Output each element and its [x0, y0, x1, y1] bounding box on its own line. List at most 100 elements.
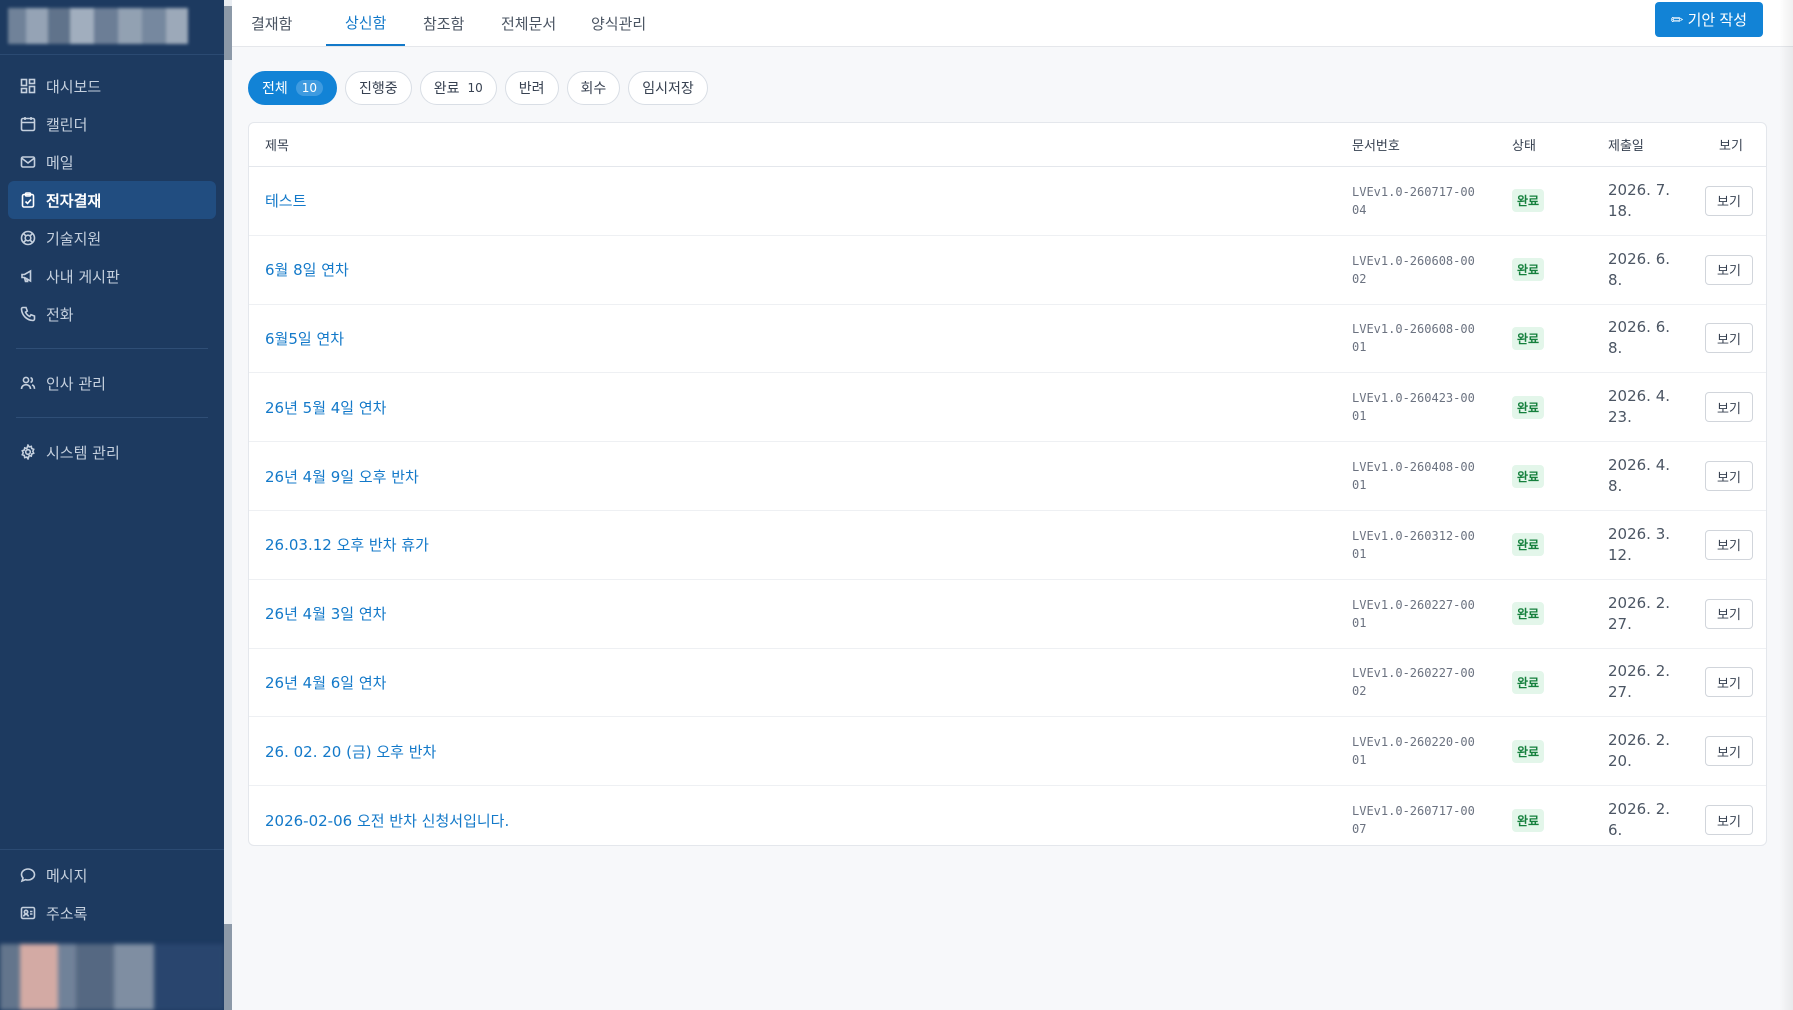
filter-label: 회수 [580, 81, 607, 97]
filter-drafts[interactable]: 임시저장 [628, 71, 708, 105]
sidebar-item-dashboard[interactable]: 대시보드 [8, 67, 216, 105]
document-title-link[interactable]: 6월5일 연차 [265, 305, 344, 373]
status-badge: 완료 [1512, 739, 1545, 763]
sidebar-item-system[interactable]: 시스템 관리 [8, 433, 216, 471]
table-row: 6월 8일 연차 LVEv1.0-260608-0002 완료 2026. 6.… [249, 236, 1766, 305]
view-cell: 보기 [1705, 511, 1753, 579]
clipboard-icon [20, 192, 36, 208]
tab-all-documents[interactable]: 전체문서 [482, 0, 575, 46]
tab-inbox[interactable]: 결재함 [232, 0, 311, 46]
table-row: 26년 4월 9일 오후 반차 LVEv1.0-260408-0001 완료 2… [249, 442, 1766, 511]
lifebuoy-icon [20, 230, 36, 246]
status-cell: 완료 [1512, 305, 1545, 373]
sidebar-item-label: 시스템 관리 [46, 443, 120, 462]
document-title-link[interactable]: 26. 02. 20 (금) 오후 반차 [265, 717, 436, 785]
view-button[interactable]: 보기 [1705, 667, 1753, 698]
filter-count: 10 [467, 81, 483, 95]
sidebar-item-label: 캘린더 [46, 115, 88, 134]
create-draft-button[interactable]: ✏ 기안 작성 [1654, 2, 1763, 37]
view-button[interactable]: 보기 [1705, 805, 1753, 836]
document-number: LVEv1.0-260312-0001 [1352, 528, 1475, 561]
filter-label: 완료 [433, 81, 460, 97]
submitted-date: 2026. 2. 27. [1608, 662, 1671, 702]
filter-rejected[interactable]: 반려 [504, 71, 559, 105]
dashboard-icon [20, 78, 36, 94]
view-button[interactable]: 보기 [1705, 323, 1753, 354]
view-button[interactable]: 보기 [1705, 598, 1753, 629]
table-row: 26. 02. 20 (금) 오후 반차 LVEv1.0-260220-0001… [249, 717, 1766, 787]
document-title-link[interactable]: 26년 4월 6일 연차 [265, 649, 386, 717]
filter-all[interactable]: 전체 10 [248, 71, 338, 105]
view-button[interactable]: 보기 [1705, 185, 1753, 216]
submitted-date: 2026. 2. 20. [1608, 731, 1671, 771]
status-cell: 완료 [1512, 511, 1545, 579]
submitted-date: 2026. 6. 8. [1608, 318, 1671, 358]
filter-label: 진행중 [359, 81, 398, 97]
scroll-marker [224, 924, 232, 1010]
tab-form-management[interactable]: 양식관리 [572, 0, 665, 46]
status-badge: 완료 [1512, 258, 1545, 282]
table-body: 테스트 LVEv1.0-260717-0004 완료 2026. 7. 18. … [249, 167, 1766, 845]
status-badge: 완료 [1512, 395, 1545, 419]
scroll-marker [224, 6, 232, 60]
document-table: 제목 문서번호 상태 제출일 보기 테스트 LVEv1.0-260717-000… [248, 122, 1767, 846]
gear-icon [20, 444, 36, 460]
filter-withdrawn[interactable]: 회수 [566, 71, 621, 105]
document-title-link[interactable]: 26년 5월 4일 연차 [265, 373, 386, 441]
mail-icon [20, 154, 36, 170]
sidebar-item-label: 메시지 [46, 866, 88, 885]
document-title-link[interactable]: 26.03.12 오후 반차 휴가 [265, 511, 429, 579]
table-row: 26년 4월 6일 연차 LVEv1.0-260227-0002 완료 2026… [249, 649, 1766, 718]
sidebar-item-label: 메일 [46, 153, 74, 172]
sidebar-resize-handle[interactable] [224, 0, 232, 1010]
submitted-date: 2026. 6. 8. [1608, 249, 1671, 289]
divider [0, 849, 224, 850]
status-cell: 완료 [1512, 649, 1545, 717]
status-cell: 완료 [1512, 373, 1545, 441]
megaphone-icon [20, 268, 36, 284]
sidebar-item-label: 인사 관리 [46, 374, 106, 393]
user-profile[interactable] [0, 944, 224, 1010]
sidebar-item-messages[interactable]: 메시지 [8, 856, 216, 894]
document-title-link[interactable]: 테스트 [265, 167, 306, 235]
view-button[interactable]: 보기 [1705, 529, 1753, 560]
view-button[interactable]: 보기 [1705, 736, 1753, 767]
submitted-date: 2026. 4. 8. [1608, 456, 1671, 496]
divider [16, 348, 208, 349]
sidebar-item-board[interactable]: 사내 게시판 [8, 257, 216, 295]
view-button[interactable]: 보기 [1705, 461, 1753, 492]
document-number: LVEv1.0-260220-0001 [1352, 735, 1475, 768]
filter-in-progress[interactable]: 진행중 [345, 71, 412, 105]
document-title-link[interactable]: 6월 8일 연차 [265, 236, 349, 304]
document-number: LVEv1.0-260227-0002 [1352, 666, 1475, 699]
sidebar-item-calendar[interactable]: 캘린더 [8, 105, 216, 143]
sidebar-item-phone[interactable]: 전화 [8, 295, 216, 333]
status-badge: 완료 [1512, 326, 1545, 350]
tab-reference[interactable]: 참조함 [404, 0, 483, 46]
submitted-date: 2026. 4. 23. [1608, 387, 1671, 427]
table-row: 26.03.12 오후 반차 휴가 LVEv1.0-260312-0001 완료… [249, 511, 1766, 580]
sidebar-item-hr[interactable]: 인사 관리 [8, 364, 216, 402]
document-title-link[interactable]: 26년 4월 9일 오후 반차 [265, 442, 419, 510]
table-row: 2026-02-06 오전 반차 신청서입니다. LVEv1.0-260717-… [249, 786, 1766, 845]
view-cell: 보기 [1705, 442, 1753, 510]
sidebar-item-support[interactable]: 기술지원 [8, 219, 216, 257]
sidebar: 대시보드 캘린더 메일 전자결재 기술지원 사내 게시판 전화 인사 관리 시스… [0, 0, 224, 1010]
sidebar-item-approval[interactable]: 전자결재 [8, 181, 216, 219]
column-header-view: 보기 [1719, 139, 1743, 154]
table-row: 테스트 LVEv1.0-260717-0004 완료 2026. 7. 18. … [249, 167, 1766, 236]
filter-count: 10 [295, 80, 324, 96]
tab-submitted[interactable]: 상신함 [326, 0, 406, 46]
status-badge: 완료 [1512, 533, 1545, 557]
company-logo[interactable] [8, 8, 188, 44]
status-badge: 완료 [1512, 189, 1545, 213]
view-button[interactable]: 보기 [1705, 392, 1753, 423]
document-title-link[interactable]: 26년 4월 3일 연차 [265, 580, 386, 648]
top-tab-bar: 결재함 상신함 참조함 전체문서 양식관리 ✏ 기안 작성 [232, 0, 1793, 47]
view-button[interactable]: 보기 [1705, 254, 1753, 285]
sidebar-item-mail[interactable]: 메일 [8, 143, 216, 181]
contact-card-icon [20, 905, 36, 921]
filter-completed[interactable]: 완료 10 [419, 71, 497, 105]
sidebar-item-contacts[interactable]: 주소록 [8, 894, 216, 932]
document-title-link[interactable]: 2026-02-06 오전 반차 신청서입니다. [265, 786, 509, 845]
